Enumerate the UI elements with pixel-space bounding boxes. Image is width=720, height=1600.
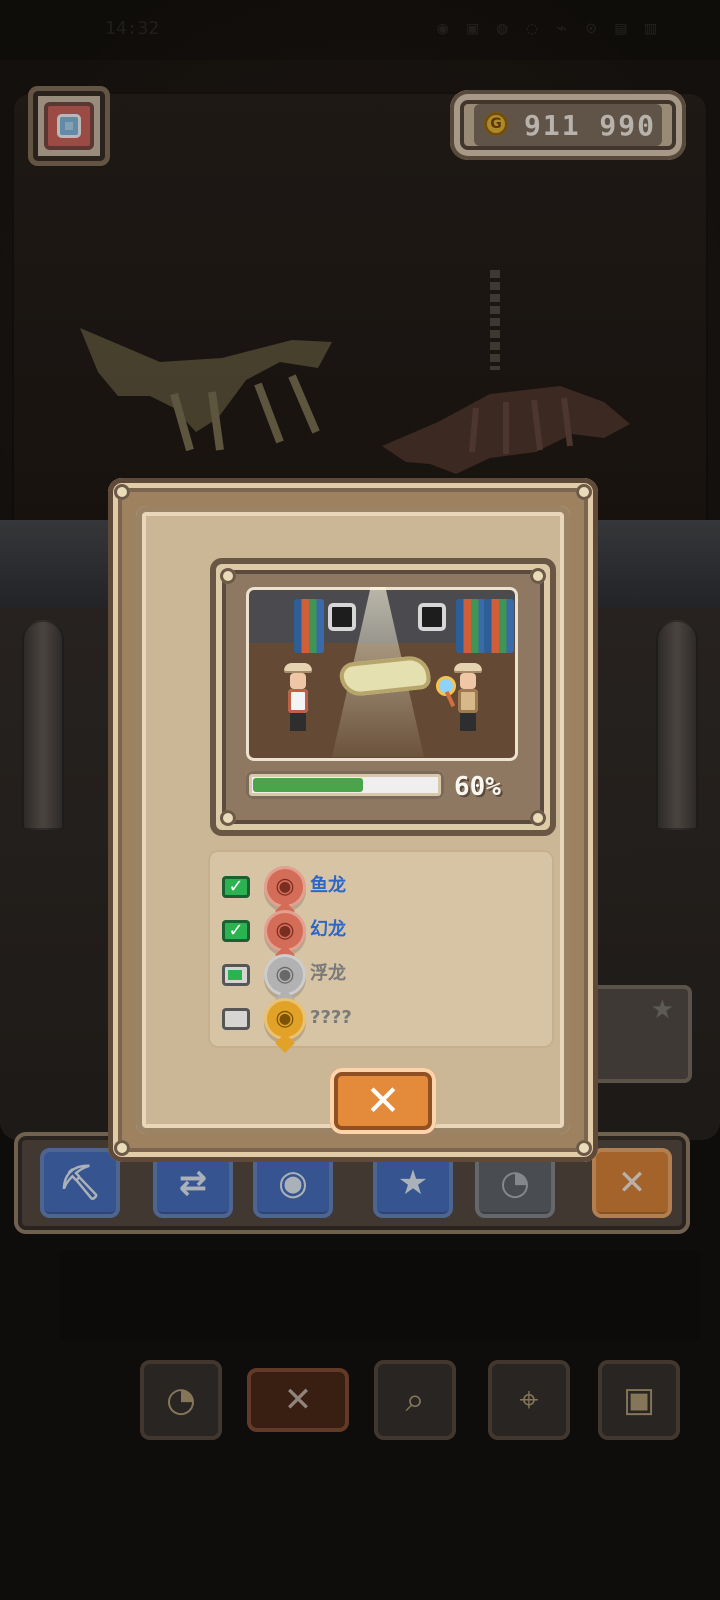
fossil-gem-icon: ◉ bbox=[264, 866, 306, 908]
lab-machine bbox=[418, 603, 446, 631]
scientist-hat bbox=[284, 663, 312, 673]
lab-shelf bbox=[294, 599, 324, 653]
preview-corner bbox=[530, 568, 546, 584]
research-preview-frame: 60% bbox=[210, 558, 556, 836]
fossil-specimen bbox=[338, 654, 432, 698]
scientist-hat bbox=[454, 663, 482, 673]
fossil-name: 幻龙 bbox=[310, 919, 346, 940]
scientist-right bbox=[454, 663, 482, 735]
close-button[interactable]: ✕ bbox=[330, 1068, 436, 1134]
excavation-modal: 60% ✓ ◉ 鱼龙 ✓ ◉ 幻龙 ◉ 浮龙 ◉ ???? ✕ bbox=[108, 478, 598, 1162]
close-icon: ✕ bbox=[365, 1076, 401, 1125]
game-screen: 14:32 ◉ ▣ ◍ ◌ ⌁ ⊙ ▤ ▥ G 911 990 ★ ⛏ ⇄ ◉ … bbox=[0, 0, 720, 1600]
checkbox-checked[interactable]: ✓ bbox=[222, 920, 250, 942]
modal-corner bbox=[114, 1140, 130, 1156]
scientist-left bbox=[284, 663, 312, 735]
checkbox-unchecked[interactable] bbox=[222, 1008, 250, 1030]
fossil-name: 鱼龙 bbox=[310, 875, 346, 896]
scientist-legs bbox=[290, 713, 306, 731]
lab-machine bbox=[328, 603, 356, 631]
fossil-gem-icon: ◉ bbox=[264, 910, 306, 952]
checkbox-partial[interactable] bbox=[222, 964, 250, 986]
scientist-head bbox=[460, 673, 476, 689]
checklist-row: ✓ ◉ 幻龙 bbox=[222, 910, 472, 952]
modal-inner-panel: 60% ✓ ◉ 鱼龙 ✓ ◉ 幻龙 ◉ 浮龙 ◉ ???? ✕ bbox=[136, 506, 570, 1134]
progress-percent: 60% bbox=[454, 772, 501, 802]
checklist-row: ✓ ◉ 鱼龙 bbox=[222, 866, 472, 908]
fossil-name: 浮龙 bbox=[310, 963, 346, 984]
progress-bar bbox=[246, 771, 444, 799]
checklist-row: ◉ ???? bbox=[222, 998, 472, 1040]
checkbox-checked[interactable]: ✓ bbox=[222, 876, 250, 898]
scientist-legs bbox=[460, 713, 476, 731]
lab-shelf bbox=[484, 599, 514, 653]
checklist-row: ◉ 浮龙 bbox=[222, 954, 472, 996]
fossil-name: ???? bbox=[310, 1007, 352, 1028]
progress-fill bbox=[253, 778, 364, 792]
scientist-head bbox=[290, 673, 306, 689]
preview-corner bbox=[220, 810, 236, 826]
lab-shelf bbox=[456, 599, 486, 653]
fossil-checklist: ✓ ◉ 鱼龙 ✓ ◉ 幻龙 ◉ 浮龙 ◉ ???? bbox=[208, 850, 554, 1048]
fossil-gem-icon: ◉ bbox=[264, 998, 306, 1040]
modal-corner bbox=[576, 484, 592, 500]
magnifier-icon bbox=[436, 676, 456, 696]
preview-corner bbox=[220, 568, 236, 584]
preview-corner bbox=[530, 810, 546, 826]
fossil-gem-icon: ◉ bbox=[264, 954, 306, 996]
lab-scene bbox=[246, 587, 518, 761]
modal-corner bbox=[576, 1140, 592, 1156]
modal-corner bbox=[114, 484, 130, 500]
scientist-body bbox=[458, 689, 478, 713]
scientist-body bbox=[288, 689, 308, 713]
